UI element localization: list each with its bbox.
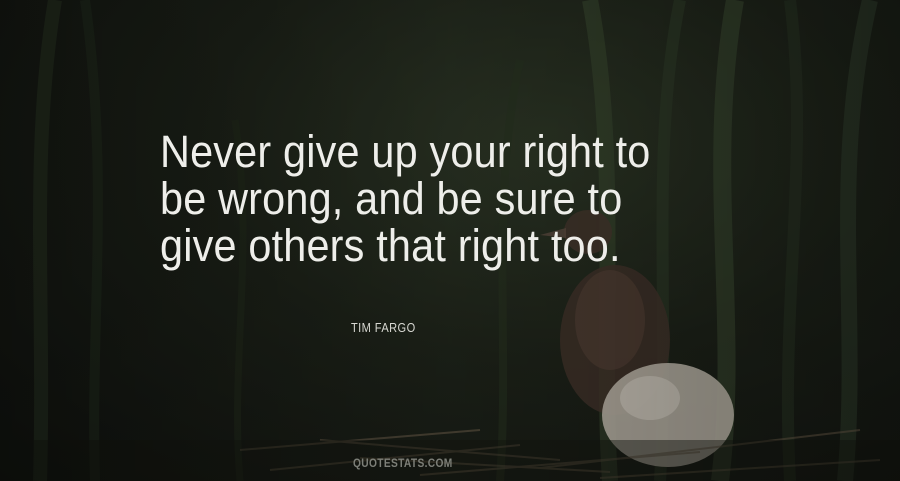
quote-author: TIM FARGO bbox=[351, 320, 416, 335]
quote-line: be wrong, and be sure to bbox=[160, 173, 623, 224]
quote-text: Never give up your right to be wrong, an… bbox=[160, 128, 730, 269]
quote-line: give others that right too. bbox=[160, 220, 621, 271]
site-watermark: QUOTESTATS.COM bbox=[353, 456, 453, 470]
quote-line: Never give up your right to bbox=[160, 126, 651, 177]
quote-card: Never give up your right to be wrong, an… bbox=[0, 0, 900, 481]
